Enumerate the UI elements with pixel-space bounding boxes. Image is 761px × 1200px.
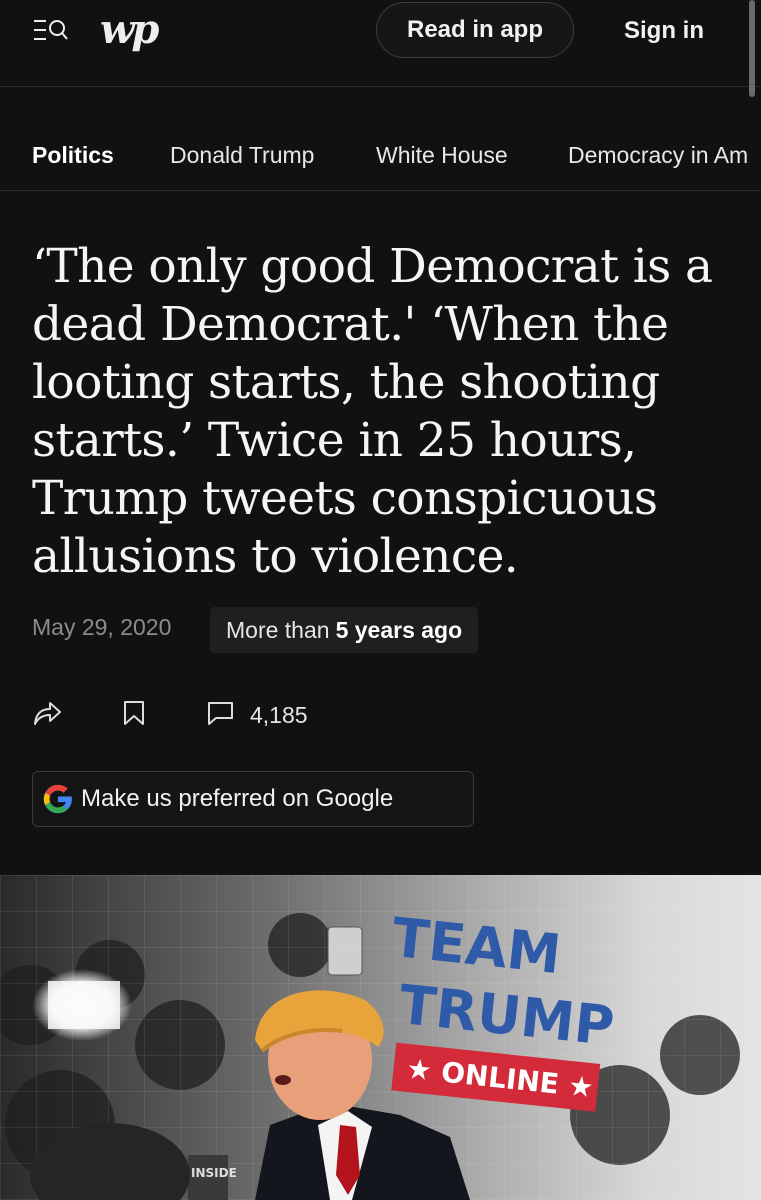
article-page: wp Read in app Sign in Politics Donald T… <box>0 0 761 1200</box>
comment-count[interactable]: 4,185 <box>250 702 308 729</box>
comment-icon[interactable] <box>206 698 236 728</box>
share-icon[interactable] <box>32 698 62 728</box>
bookmark-icon[interactable] <box>122 698 146 728</box>
publish-date: May 29, 2020 <box>32 614 172 640</box>
mic-flag-text: INSIDE <box>191 1166 237 1180</box>
scrollbar[interactable] <box>749 0 755 97</box>
google-g-icon <box>43 784 72 814</box>
menu-search-icon[interactable] <box>34 18 70 44</box>
age-prefix: More than <box>226 616 330 643</box>
nav-item-democracy[interactable]: Democracy in Am <box>568 142 748 169</box>
top-bar: wp Read in app Sign in <box>0 0 761 97</box>
google-preferred-button[interactable]: Make us preferred on Google <box>32 771 474 827</box>
nav-item-white-house[interactable]: White House <box>376 142 508 169</box>
age-value: 5 years ago <box>335 616 463 643</box>
nav-item-politics[interactable]: Politics <box>32 142 114 169</box>
hero-image: TEAM TRUMP ★ ONLINE ★ INSIDE <box>0 875 761 1200</box>
read-in-app-button[interactable]: Read in app <box>376 2 574 58</box>
nav-item-donald-trump[interactable]: Donald Trump <box>170 142 314 169</box>
wp-logo[interactable]: wp <box>100 6 159 53</box>
section-nav: Politics Donald Trump White House Democr… <box>0 120 761 191</box>
article-age-badge: More than 5 years ago <box>210 607 479 653</box>
hero-illustration: TEAM TRUMP ★ ONLINE ★ INSIDE <box>0 875 761 1200</box>
article-headline: ‘The only good Democrat is a dead Democr… <box>32 239 713 584</box>
google-preferred-label: Make us preferred on Google <box>81 785 394 812</box>
sign-in-button[interactable]: Sign in <box>604 14 724 48</box>
